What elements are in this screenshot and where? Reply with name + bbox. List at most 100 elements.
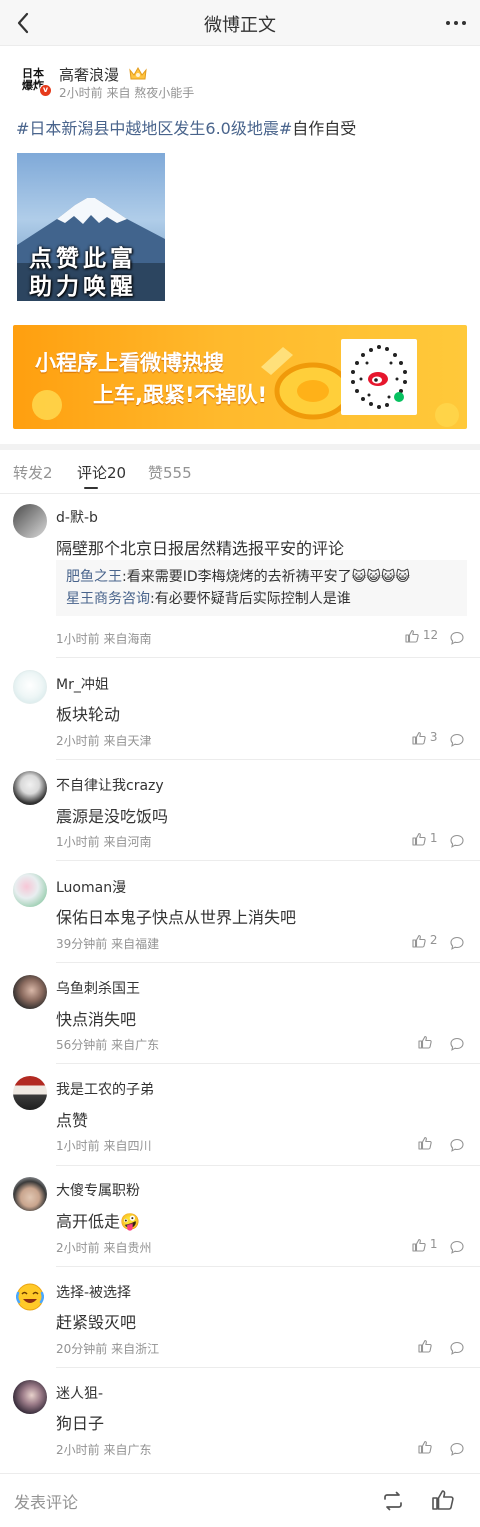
avatar[interactable]: [13, 1076, 47, 1110]
reply-icon[interactable]: [449, 935, 465, 951]
reply-preview[interactable]: 肥鱼之王:看来需要ID李梅烧烤的去祈祷平安了😺😺😺😺 星王商务咨询:有必要怀疑背…: [56, 560, 467, 616]
like-button[interactable]: [418, 1338, 432, 1353]
like-button[interactable]: [418, 1439, 432, 1454]
banner-headline: 小程序上看微博热搜: [35, 351, 224, 375]
qr-code: [341, 339, 417, 415]
reply-icon[interactable]: [449, 1036, 465, 1052]
thumbs-up-icon[interactable]: [431, 1488, 455, 1512]
avatar[interactable]: [13, 504, 47, 538]
avatar[interactable]: [13, 1177, 47, 1211]
avatar[interactable]: [13, 670, 47, 704]
comment-time: 1小时前 来自海南: [56, 632, 152, 646]
avatar[interactable]: [13, 975, 47, 1009]
reply-icon[interactable]: [449, 1137, 465, 1153]
banner-subline: 上车,跟紧!不掉队!: [93, 383, 268, 407]
comment-time: 2小时前 来自贵州: [56, 1241, 152, 1255]
comment-author[interactable]: 乌鱼刺杀国王: [56, 978, 140, 998]
image-caption-line2: 助力唤醒: [29, 274, 137, 300]
comment-text: 保佑日本鬼子快点从世界上消失吧: [56, 908, 297, 927]
comment-text: 赶紧毁灭吧: [56, 1313, 137, 1332]
top-nav-bar: 微博正文: [0, 0, 480, 46]
reply-author[interactable]: 肥鱼之王: [66, 569, 122, 585]
comment-text: 隔壁那个北京日报居然精选报平安的评论: [56, 539, 345, 558]
comment-time: 39分钟前 来自福建: [56, 937, 160, 951]
more-options-icon[interactable]: [442, 8, 470, 38]
reply-icon[interactable]: [449, 1441, 465, 1457]
reply-icon[interactable]: [449, 732, 465, 748]
like-button[interactable]: 1: [412, 831, 437, 846]
like-button[interactable]: 1: [412, 1237, 437, 1252]
reply-icon[interactable]: [449, 1239, 465, 1255]
like-button[interactable]: 3: [412, 730, 437, 745]
comment-author[interactable]: Luoman漫: [56, 877, 126, 897]
post-image[interactable]: 点赞此富 助力唤醒: [17, 153, 165, 301]
like-button[interactable]: [418, 1034, 432, 1049]
thumbs-up-icon: [412, 731, 426, 745]
hashtag-link[interactable]: #日本新潟县中越地区发生6.0级地震#: [16, 119, 292, 138]
post-meta: 2小时前 来自 熬夜小能手: [59, 86, 195, 100]
comment-text: 高开低走🤪: [56, 1212, 140, 1231]
comment-item: 迷人狙- 狗日子 2小时前 来自广东: [0, 1368, 480, 1472]
comment-item: d-默-b 隔壁那个北京日报居然精选报平安的评论 肥鱼之王:看来需要ID李梅烧烤…: [0, 494, 480, 658]
author-name[interactable]: 高奢浪漫: [59, 64, 119, 85]
interaction-tabs: 转发2 评论20 赞555: [0, 450, 480, 494]
like-count: 2: [429, 933, 438, 947]
comment-author[interactable]: 我是工农的子弟: [56, 1079, 154, 1099]
comment-time: 20分钟前 来自浙江: [56, 1342, 160, 1356]
repost-icon[interactable]: [381, 1490, 405, 1512]
comment-input[interactable]: 发表评论: [14, 1489, 78, 1513]
comment-item: 大傻专属职粉 高开低走🤪 2小时前 来自贵州 1: [0, 1166, 480, 1267]
thumbs-up-icon: [412, 832, 426, 846]
thumbs-up-icon: [418, 1035, 432, 1049]
comment-item: 我是工农的子弟 点赞 1小时前 来自四川: [0, 1064, 480, 1166]
like-count: 1: [429, 831, 438, 845]
comment-author[interactable]: d-默-b: [56, 507, 98, 527]
comment-item: 选择-被选择 赶紧毁灭吧 20分钟前 来自浙江: [0, 1267, 480, 1368]
post-content: #日本新潟县中越地区发生6.0级地震#自作自受: [16, 119, 357, 138]
avatar[interactable]: [13, 1280, 47, 1314]
thumbs-up-icon: [412, 934, 426, 948]
reply-author[interactable]: 星王商务咨询: [66, 591, 150, 607]
post-author[interactable]: 日本 爆炸 v 高奢浪漫 2小时前 来自 熬夜小能手: [16, 62, 476, 102]
reply-line: 星王商务咨询:有必要怀疑背后实际控制人是谁: [66, 591, 351, 607]
thumbs-up-icon: [412, 1238, 426, 1252]
avatar[interactable]: [13, 1380, 47, 1414]
comment-author[interactable]: 不自律让我crazy: [56, 775, 164, 795]
like-button[interactable]: [418, 1135, 432, 1150]
comment-author[interactable]: 迷人狙-: [56, 1383, 103, 1403]
thumbs-up-icon: [418, 1440, 432, 1454]
thumbs-up-icon: [405, 629, 419, 643]
page-title: 微博正文: [204, 15, 276, 36]
like-count: 3: [429, 730, 438, 744]
avatar[interactable]: [13, 873, 47, 907]
comment-time: 1小时前 来自四川: [56, 1139, 152, 1153]
comment-author[interactable]: Mr_冲姐: [56, 674, 109, 694]
tab-reposts[interactable]: 转发2: [13, 462, 53, 483]
comment-item: Mr_冲姐 板块轮动 2小时前 来自天津 3: [0, 658, 480, 760]
comment-author[interactable]: 大傻专属职粉: [56, 1180, 140, 1200]
tab-likes[interactable]: 赞555: [148, 462, 192, 483]
verified-badge-icon: v: [39, 84, 52, 97]
reply-line: 肥鱼之王:看来需要ID李梅烧烤的去祈祷平安了😺😺😺😺: [66, 569, 411, 585]
bottom-action-bar: 发表评论: [0, 1473, 480, 1527]
tab-comments[interactable]: 评论20: [77, 462, 126, 483]
comment-time: 2小时前 来自天津: [56, 734, 152, 748]
like-count: 1: [429, 1237, 438, 1251]
like-count: 12: [422, 628, 439, 642]
reply-icon[interactable]: [449, 833, 465, 849]
comment-text: 板块轮动: [56, 705, 121, 724]
laughing-face-icon: [15, 1283, 45, 1311]
comment-text: 快点消失吧: [56, 1010, 137, 1029]
mini-program-banner[interactable]: 小程序上看微博热搜 上车,跟紧!不掉队!: [13, 325, 467, 429]
reply-icon[interactable]: [449, 630, 465, 646]
comment-item: 不自律让我crazy 震源是没吃饭吗 1小时前 来自河南 1: [0, 760, 480, 861]
like-button[interactable]: 12: [405, 628, 438, 643]
comment-author[interactable]: 选择-被选择: [56, 1282, 131, 1302]
thumbs-up-icon: [418, 1136, 432, 1150]
comment-time: 2小时前 来自广东: [56, 1443, 152, 1457]
like-button[interactable]: 2: [412, 933, 437, 948]
avatar[interactable]: [13, 771, 47, 805]
reply-icon[interactable]: [449, 1340, 465, 1356]
comment-text: 点赞: [56, 1111, 89, 1130]
active-tab-indicator: [84, 487, 98, 489]
